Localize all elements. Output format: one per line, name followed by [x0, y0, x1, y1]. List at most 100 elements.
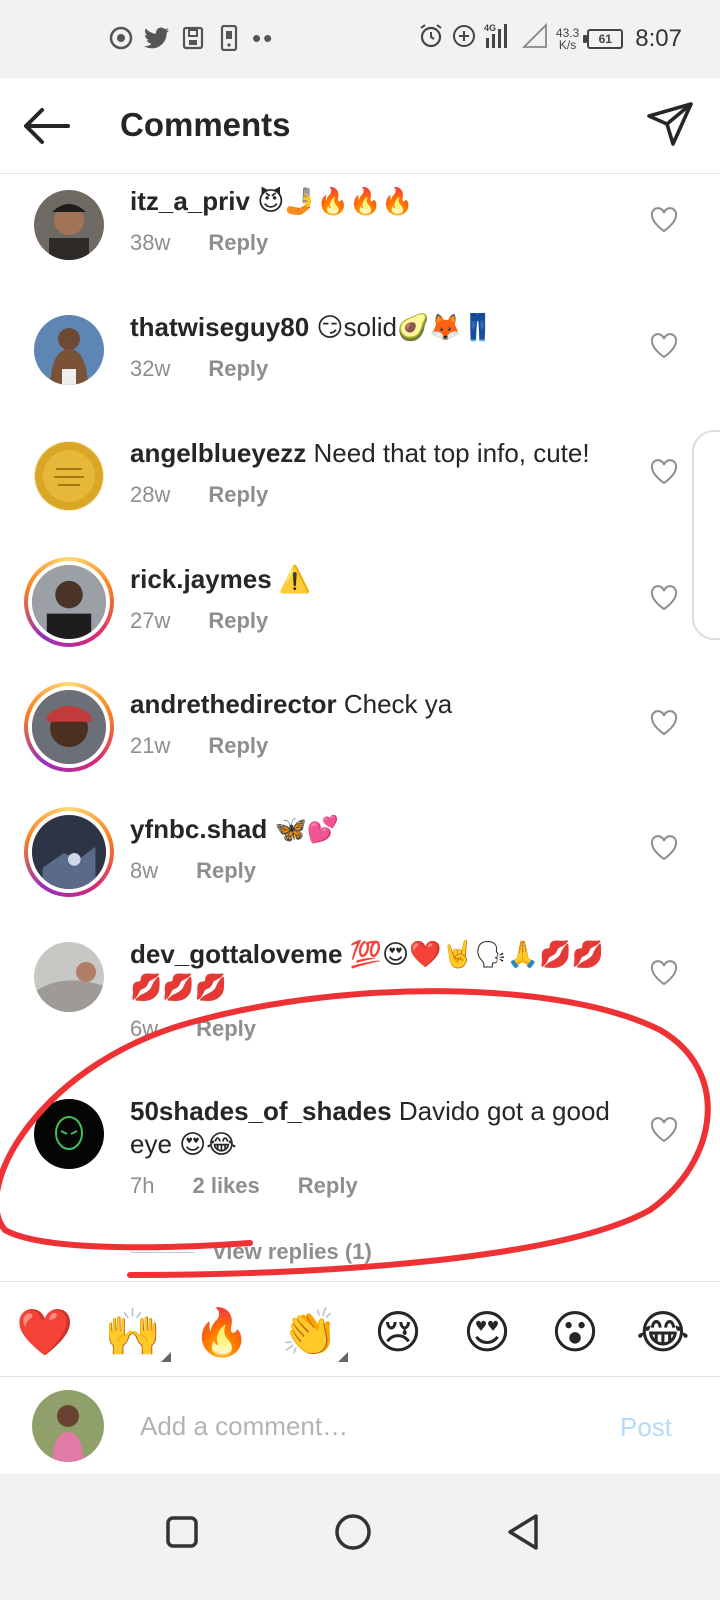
- emoji-button[interactable]: ❤️: [15, 1302, 75, 1362]
- my-avatar: [32, 1390, 104, 1462]
- avatar[interactable]: [34, 1099, 104, 1169]
- emoji-quick-bar: ❤️ 🙌 🔥 👏 😢 😍 😮 😂: [0, 1281, 720, 1377]
- home-icon[interactable]: [323, 1502, 383, 1562]
- comment-age: 8w: [130, 858, 159, 883]
- view-replies-label: View replies (1): [212, 1239, 372, 1264]
- avatar[interactable]: [24, 807, 114, 897]
- add-comment-bar: Post: [0, 1378, 720, 1474]
- alarm-icon: [418, 23, 444, 54]
- comment-meta: 32w Reply: [130, 356, 268, 382]
- comments-list[interactable]: itz_a_priv 😈🤳🔥🔥🔥 38w Reply thatwiseguy80…: [0, 175, 720, 1280]
- like-heart-icon[interactable]: [650, 207, 678, 233]
- reply-button[interactable]: Reply: [298, 1173, 358, 1199]
- comment-text: andrethedirector Check ya: [130, 688, 610, 721]
- comment-age: 21w: [130, 733, 171, 758]
- comment-username[interactable]: dev_gottaloveme: [130, 939, 342, 969]
- comment-username[interactable]: angelblueyezz: [130, 438, 306, 468]
- signal-icon: 4G: [484, 22, 514, 55]
- system-nav-bar: [0, 1474, 720, 1600]
- comment-username[interactable]: 50shades_of_shades: [130, 1096, 392, 1126]
- reply-button[interactable]: Reply: [208, 230, 268, 256]
- comment-age: 6w: [130, 1016, 159, 1041]
- status-right-icons: 4G 43.3 K/s 61 8:07: [418, 22, 682, 55]
- emoji-button[interactable]: 😍: [457, 1302, 517, 1362]
- reply-button[interactable]: Reply: [208, 482, 268, 508]
- emoji-button[interactable]: 😮: [545, 1302, 605, 1362]
- comment-text: rick.jaymes ⚠️: [130, 563, 610, 596]
- comment-username[interactable]: itz_a_priv: [130, 186, 250, 216]
- comment-username[interactable]: thatwiseguy80: [130, 312, 309, 342]
- save-icon: [180, 24, 206, 52]
- view-replies-button[interactable]: View replies (1): [130, 1239, 372, 1265]
- comment-text: thatwiseguy80 😏solid🥑🦊👖: [130, 311, 610, 344]
- back-nav-icon[interactable]: [494, 1502, 554, 1562]
- twitter-icon: [144, 24, 170, 52]
- avatar[interactable]: [24, 682, 114, 772]
- skin-tone-indicator: [338, 1352, 348, 1362]
- more-notifications-icon: ••: [252, 23, 275, 53]
- emoji-button[interactable]: 👏: [280, 1302, 348, 1362]
- likes-count[interactable]: 2 likes: [192, 1173, 259, 1199]
- comment-age: 27w: [130, 608, 171, 633]
- reply-button[interactable]: Reply: [208, 356, 268, 382]
- reply-button[interactable]: Reply: [196, 858, 256, 884]
- side-panel-handle[interactable]: [692, 430, 720, 640]
- plus-circle-icon: [452, 24, 476, 53]
- avatar[interactable]: [34, 441, 104, 511]
- direct-send-icon[interactable]: [645, 100, 695, 150]
- comments-header: Comments: [0, 78, 720, 174]
- like-heart-icon[interactable]: [650, 585, 678, 611]
- like-heart-icon[interactable]: [650, 710, 678, 736]
- comment-body: Check ya: [343, 689, 453, 719]
- comment-text: 50shades_of_shades Davido got a good eye…: [130, 1095, 610, 1161]
- comment-input[interactable]: [140, 1404, 580, 1448]
- comment-meta: 7h 2 likes Reply: [130, 1173, 358, 1199]
- comment-body: 🦋💕: [274, 814, 340, 844]
- like-heart-icon[interactable]: [650, 333, 678, 359]
- recent-apps-icon[interactable]: [152, 1502, 212, 1562]
- comment-meta: 28w Reply: [130, 482, 268, 508]
- like-heart-icon[interactable]: [650, 1117, 678, 1143]
- comment-age: 38w: [130, 230, 171, 255]
- comment-meta: 8w Reply: [130, 858, 256, 884]
- comment-body: ⚠️: [278, 564, 312, 594]
- comment-body: 😈🤳🔥🔥🔥: [257, 186, 414, 216]
- emoji-button[interactable]: 🙌: [103, 1302, 171, 1362]
- back-arrow-icon[interactable]: [20, 102, 72, 150]
- avatar[interactable]: [24, 557, 114, 647]
- network-speed: 43.3 K/s: [555, 25, 580, 52]
- like-heart-icon[interactable]: [650, 960, 678, 986]
- status-left-icons: ••: [108, 24, 274, 52]
- emoji-button[interactable]: 😢: [368, 1302, 428, 1362]
- comment-meta: 6w Reply: [130, 1016, 256, 1042]
- page-title: Comments: [120, 106, 291, 143]
- comment-body: 😏solid🥑🦊👖: [316, 312, 495, 342]
- phone-icon: [216, 24, 242, 52]
- reply-button[interactable]: Reply: [208, 608, 268, 634]
- reply-button[interactable]: Reply: [196, 1016, 256, 1042]
- avatar[interactable]: [34, 315, 104, 385]
- comment-age: 7h: [130, 1173, 155, 1198]
- status-bar: •• 4G 43.3 K/s 61 8:07: [0, 0, 720, 78]
- wifi-off-icon: [521, 22, 548, 54]
- comment-age: 28w: [130, 482, 171, 507]
- like-heart-icon[interactable]: [650, 835, 678, 861]
- post-button[interactable]: Post: [620, 1412, 672, 1443]
- comment-username[interactable]: rick.jaymes: [130, 564, 272, 594]
- replies-divider: [130, 1251, 194, 1253]
- avatar[interactable]: [34, 190, 104, 260]
- comment-username[interactable]: yfnbc.shad: [130, 814, 267, 844]
- skin-tone-indicator: [161, 1352, 171, 1362]
- avatar[interactable]: [34, 942, 104, 1012]
- comment-text: yfnbc.shad 🦋💕: [130, 813, 610, 846]
- emoji-button[interactable]: 😂: [633, 1302, 693, 1362]
- comment-meta: 21w Reply: [130, 733, 268, 759]
- comment-body: Need that top info, cute!: [313, 438, 590, 468]
- reply-button[interactable]: Reply: [208, 733, 268, 759]
- comment-age: 32w: [130, 356, 171, 381]
- comment-text: dev_gottaloveme 💯😍❤️🤘🗣🙏💋💋💋💋💋: [130, 938, 610, 1004]
- comment-text: angelblueyezz Need that top info, cute!: [130, 437, 610, 470]
- emoji-button[interactable]: 🔥: [192, 1302, 252, 1362]
- like-heart-icon[interactable]: [650, 459, 678, 485]
- comment-username[interactable]: andrethedirector: [130, 689, 337, 719]
